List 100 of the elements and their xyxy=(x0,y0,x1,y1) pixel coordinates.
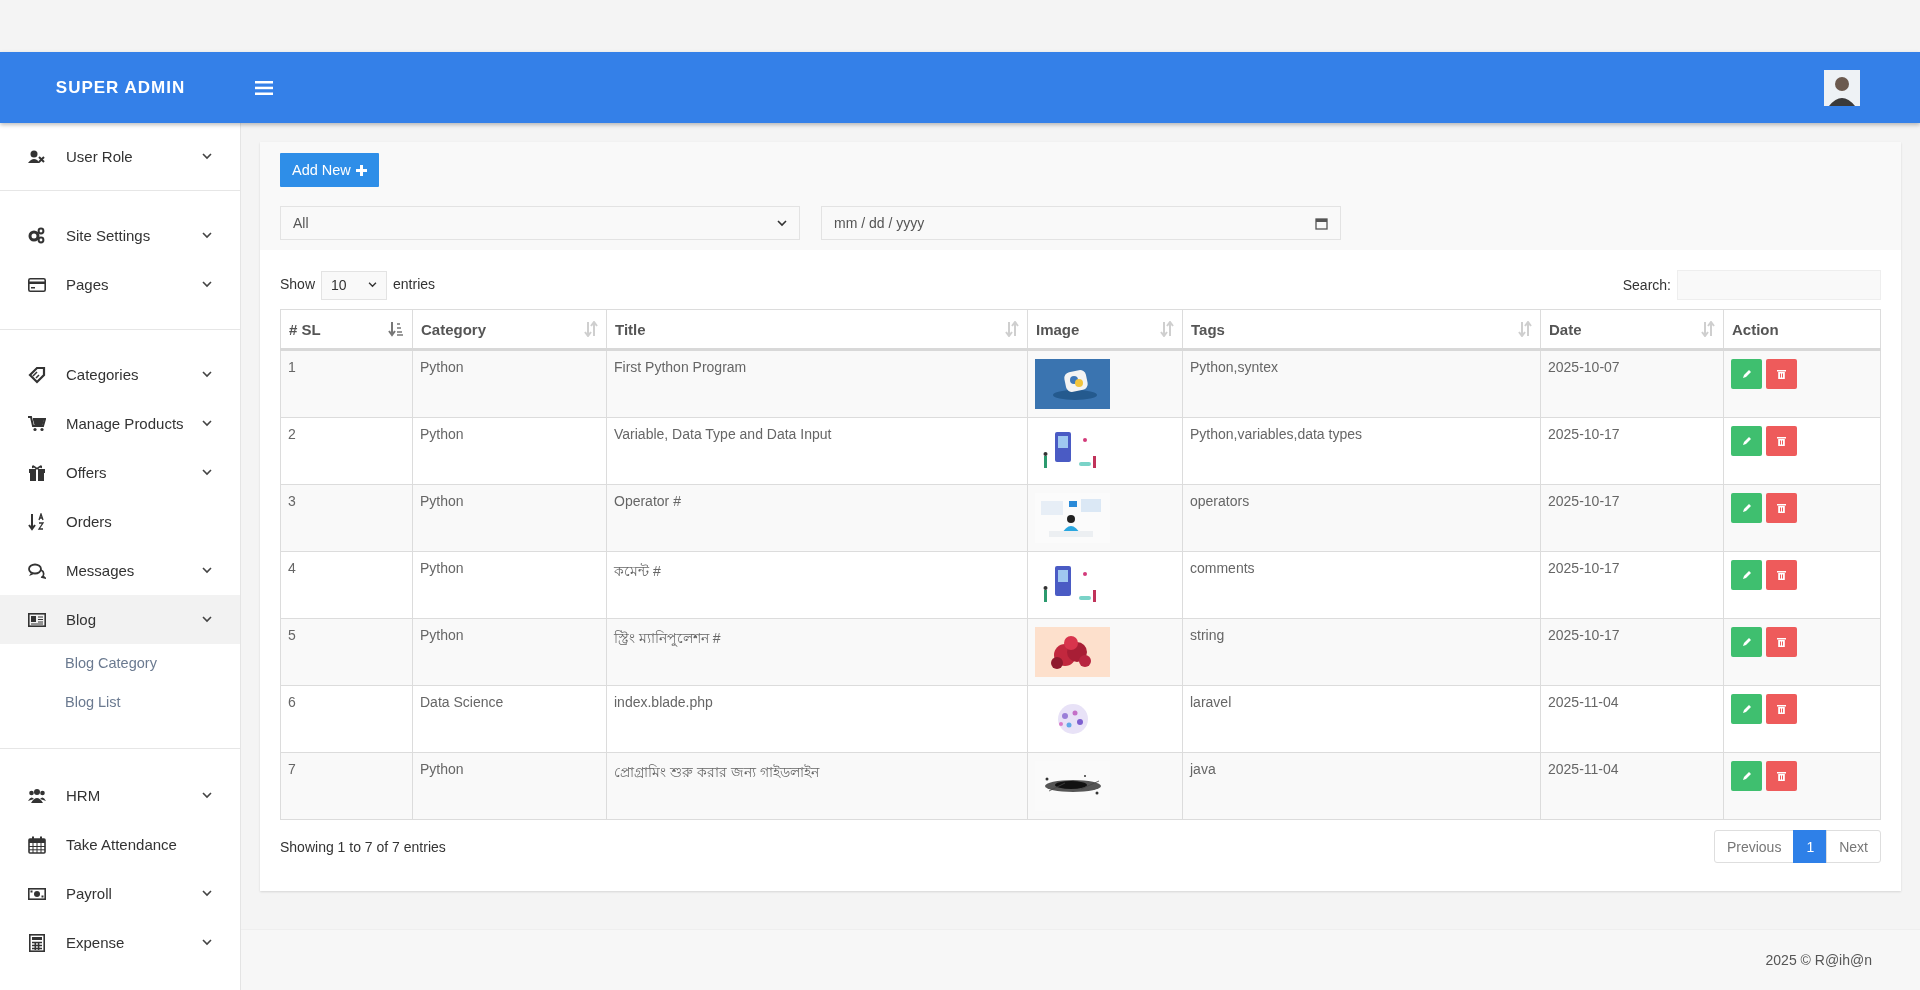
edit-button[interactable] xyxy=(1731,694,1762,724)
trash-icon xyxy=(1777,570,1786,580)
page-length-select[interactable]: 10 xyxy=(321,270,388,300)
newspaper-icon xyxy=(28,610,46,629)
sidebar-item[interactable]: Offers xyxy=(0,448,240,497)
table-cell: 2025-10-07 xyxy=(1540,349,1724,418)
table-cell: প্রোগ্রামিং শুরু করার জন্য গাইডলাইন xyxy=(606,752,1028,820)
sort-ascending-icon[interactable] xyxy=(388,321,404,337)
sort-icon[interactable] xyxy=(1160,321,1174,337)
menu-icon[interactable] xyxy=(255,80,273,95)
table-cell: Python xyxy=(412,618,607,686)
delete-button[interactable] xyxy=(1766,694,1797,724)
table-cell: index.blade.php xyxy=(606,685,1028,753)
table-cell: 1 xyxy=(280,349,413,418)
pencil-icon xyxy=(1741,704,1752,714)
table-cell: স্ট্রিং ম্যানিপুলেশন # xyxy=(606,618,1028,686)
sidebar-item[interactable]: Categories xyxy=(0,350,240,399)
table-cell: 2025-10-17 xyxy=(1540,618,1724,686)
sidebar-item[interactable]: Orders xyxy=(0,497,240,546)
calendar-icon xyxy=(1315,216,1328,230)
table-cell: 3 xyxy=(280,484,413,552)
sort-icon[interactable] xyxy=(584,321,598,337)
pencil-icon xyxy=(1741,369,1752,379)
filter-select[interactable]: All xyxy=(280,206,800,240)
date-field[interactable]: mm / dd / yyyy xyxy=(821,206,1341,240)
sort-icon[interactable] xyxy=(1005,321,1019,337)
delete-button[interactable] xyxy=(1766,627,1797,657)
table-cell: 7 xyxy=(280,752,413,820)
edit-button[interactable] xyxy=(1731,493,1762,523)
table-cell: 2025-11-04 xyxy=(1540,685,1724,753)
entries-label: entries xyxy=(393,275,436,292)
sidebar-item[interactable]: Expense xyxy=(0,918,240,967)
table-cell: Data Science xyxy=(412,685,607,753)
card-icon xyxy=(28,275,46,294)
sidebar-item[interactable]: Pages xyxy=(0,260,240,309)
sidebar-item[interactable]: Take Attendance xyxy=(0,820,240,869)
trash-icon xyxy=(1777,637,1786,647)
delete-button[interactable] xyxy=(1766,359,1797,389)
tag-icon xyxy=(28,365,46,384)
sidebar-item[interactable]: Manage Products xyxy=(0,399,240,448)
page-button[interactable]: 1 xyxy=(1793,830,1828,863)
sidebar-item[interactable]: User Role xyxy=(0,132,240,181)
sidebar-subitem[interactable]: Blog Category xyxy=(0,644,240,683)
edit-button[interactable] xyxy=(1731,426,1762,456)
page-button[interactable]: Previous xyxy=(1713,830,1795,863)
table-cell: java xyxy=(1182,752,1541,820)
sidebar-subitem[interactable]: Blog List xyxy=(0,683,240,722)
show-label: Show xyxy=(280,275,316,292)
chevron-icon xyxy=(368,282,378,288)
delete-button[interactable] xyxy=(1766,493,1797,523)
table-cell: operators xyxy=(1182,484,1541,552)
edit-button[interactable] xyxy=(1731,761,1762,791)
table-cell: Operator # xyxy=(606,484,1028,552)
chevron-icon xyxy=(777,219,787,227)
brand-title: SUPER ADMIN xyxy=(54,77,187,98)
table-cell: Python xyxy=(412,417,607,485)
sort-icon[interactable] xyxy=(1701,321,1715,337)
table-cell: Python xyxy=(412,551,607,619)
chat-icon xyxy=(28,561,46,580)
delete-button[interactable] xyxy=(1766,560,1797,590)
edit-button[interactable] xyxy=(1731,359,1762,389)
edit-button[interactable] xyxy=(1731,560,1762,590)
gift-icon xyxy=(28,463,46,482)
table-cell: 2025-10-17 xyxy=(1540,417,1724,485)
pencil-icon xyxy=(1741,637,1752,647)
table-cell: 2025-10-17 xyxy=(1540,551,1724,619)
pencil-icon xyxy=(1741,771,1752,781)
table-cell: First Python Program xyxy=(606,349,1028,418)
edit-button[interactable] xyxy=(1731,627,1762,657)
table-cell: 2025-10-17 xyxy=(1540,484,1724,552)
sort-icon[interactable] xyxy=(1518,321,1532,337)
table-cell: Python,variables,data types xyxy=(1182,417,1541,485)
search-label: Search: xyxy=(1622,277,1671,293)
sidebar-item[interactable]: Messages xyxy=(0,546,240,595)
pencil-icon xyxy=(1741,570,1752,580)
footer-text: 2025 © R@ih@n xyxy=(1765,952,1872,968)
table-info: Showing 1 to 7 of 7 entries xyxy=(280,838,446,855)
table-cell: 2 xyxy=(280,417,413,485)
sidebar-item[interactable]: Payroll xyxy=(0,869,240,918)
table-cell: 4 xyxy=(280,551,413,619)
table-cell: Python,syntex xyxy=(1182,349,1541,418)
trash-icon xyxy=(1777,771,1786,781)
table-cell: Variable, Data Type and Data Input xyxy=(606,417,1028,485)
sidebar-item[interactable]: Site Settings xyxy=(0,211,240,260)
delete-button[interactable] xyxy=(1766,426,1797,456)
table-cell: 5 xyxy=(280,618,413,686)
pencil-icon xyxy=(1741,436,1752,446)
table-cell: 2025-11-04 xyxy=(1540,752,1724,820)
table-cell: Python xyxy=(412,752,607,820)
trash-icon xyxy=(1777,503,1786,513)
sidebar-item[interactable]: HRM xyxy=(0,771,240,820)
page-button[interactable]: Next xyxy=(1826,830,1881,863)
table-cell: laravel xyxy=(1182,685,1541,753)
table-cell: 6 xyxy=(280,685,413,753)
pencil-icon xyxy=(1741,503,1752,513)
table-cell: string xyxy=(1182,618,1541,686)
plus-icon xyxy=(355,164,367,176)
sidebar-item[interactable]: Blog xyxy=(0,595,240,644)
table-cell: comments xyxy=(1182,551,1541,619)
delete-button[interactable] xyxy=(1766,761,1797,791)
